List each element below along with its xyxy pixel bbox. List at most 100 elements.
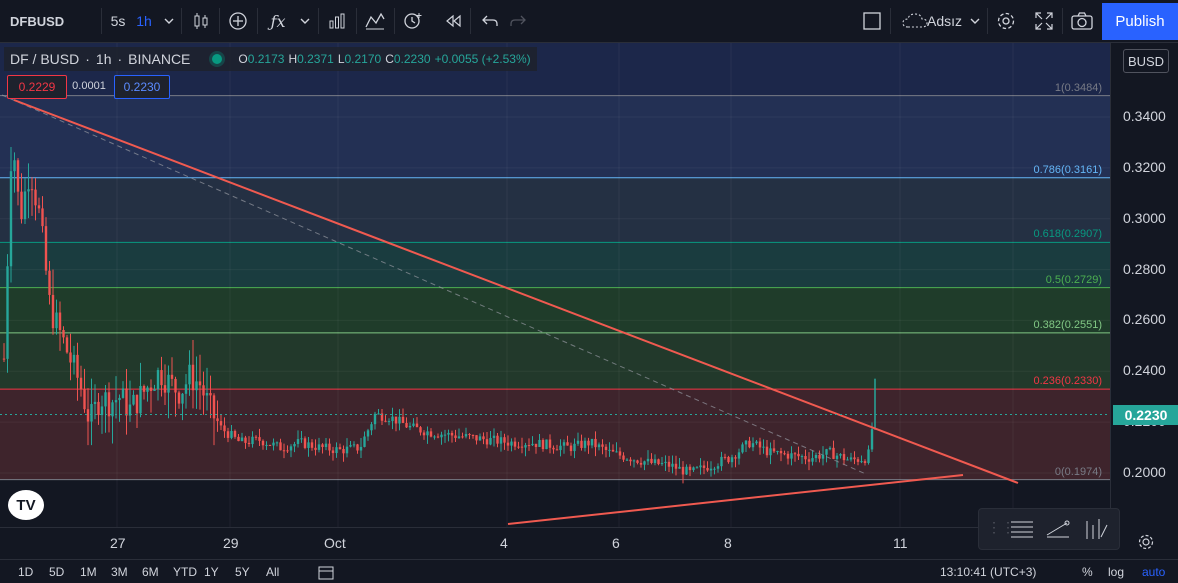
range-button-3m[interactable]: 3M <box>111 565 128 579</box>
gear-icon[interactable] <box>993 0 1019 42</box>
fullscreen-icon[interactable] <box>1031 0 1057 42</box>
candle-body <box>562 442 566 446</box>
candle-body <box>454 435 457 439</box>
alert-icon[interactable] <box>400 0 426 42</box>
divider <box>181 8 182 34</box>
indicators-icon[interactable]: ƒx <box>265 0 291 42</box>
candle-body <box>436 436 440 438</box>
price-axis[interactable]: BUSD 0.3400 0.3200 0.3000 0.2800 0.2600 0.240… <box>1110 43 1178 527</box>
candle-body <box>142 385 146 392</box>
trend-angle-icon[interactable] <box>1045 517 1071 546</box>
candle-body <box>384 420 387 422</box>
candle-body <box>310 442 314 448</box>
currency-label[interactable]: BUSD <box>1123 49 1169 73</box>
interval-5s-button[interactable]: 5s <box>108 0 128 42</box>
candle-body <box>825 449 828 455</box>
select-layout-icon[interactable] <box>860 0 884 42</box>
range-button-1y[interactable]: 1Y <box>204 565 219 579</box>
range-button-5d[interactable]: 5D <box>49 565 64 579</box>
candle-body <box>188 364 191 385</box>
candle-body <box>559 445 562 451</box>
chevron-down-icon[interactable] <box>160 0 178 42</box>
divider <box>101 8 102 34</box>
candle-body <box>366 430 370 437</box>
chevron-down-icon[interactable] <box>966 0 984 42</box>
symbol-search-button[interactable]: DFBUSD <box>10 0 64 42</box>
range-button-5y[interactable]: 5Y <box>235 565 250 579</box>
interval-1h-button[interactable]: 1h <box>134 0 154 42</box>
templates-icon[interactable] <box>362 0 388 42</box>
candle-body <box>793 453 797 455</box>
percent-toggle[interactable]: % <box>1082 565 1093 579</box>
candles-icon[interactable] <box>188 0 214 42</box>
candle-body <box>839 454 842 456</box>
undo-icon[interactable] <box>477 0 503 42</box>
candle-body <box>275 442 279 444</box>
candle-body <box>237 436 240 442</box>
measure-tool-icon[interactable] <box>1083 517 1109 546</box>
candle-body <box>832 447 835 459</box>
time-tick-label: 11 <box>893 535 908 551</box>
candle-body <box>776 451 779 453</box>
compare-add-icon[interactable] <box>225 0 251 42</box>
candle-body <box>359 446 363 451</box>
chart-pane[interactable]: 1(0.3484) 0.786(0.3161) 0.618(0.2907) 0.5(0… <box>0 43 1110 527</box>
fib-band <box>0 242 1110 288</box>
candle-body <box>48 270 51 295</box>
candle-body <box>744 440 748 445</box>
ohlc-high-value: 0.2371 <box>297 52 334 66</box>
candle-body <box>412 423 415 426</box>
publish-button[interactable]: Publish <box>1102 3 1178 40</box>
candle-body <box>632 460 636 462</box>
candle-body <box>758 441 762 448</box>
auto-toggle[interactable]: auto <box>1142 565 1165 579</box>
sell-price-button[interactable]: 0.2229 <box>7 75 67 99</box>
log-toggle[interactable]: log <box>1108 565 1124 579</box>
candle-body <box>685 466 688 475</box>
time-axis[interactable]: 2729Oct4681113 <box>0 527 1110 560</box>
candle-body <box>394 416 398 424</box>
time-axis-settings-icon[interactable] <box>1137 533 1155 556</box>
candle-body <box>352 444 356 446</box>
range-button-1d[interactable]: 1D <box>18 565 33 579</box>
candle-body <box>748 440 751 448</box>
fib-template-icon[interactable] <box>1009 517 1035 546</box>
range-button-ytd[interactable]: YTD <box>173 565 197 579</box>
candle-body <box>44 226 48 271</box>
layout-name-button[interactable]: Adsız <box>927 0 962 42</box>
candle-body <box>786 453 790 459</box>
candle-body <box>681 466 685 475</box>
buy-price-button[interactable]: 0.2230 <box>114 75 170 99</box>
chevron-down-icon[interactable] <box>296 0 314 42</box>
ascending-trendline[interactable] <box>507 474 964 525</box>
legend[interactable]: DF / BUSD · 1h · BINANCE O 0.2173 H 0.23… <box>4 47 537 71</box>
range-button-6m[interactable]: 6M <box>142 565 159 579</box>
calendar-icon[interactable] <box>318 564 334 583</box>
clock-label[interactable]: 13:10:41 (UTC+3) <box>940 565 1036 579</box>
candle-body <box>713 468 716 470</box>
financials-icon[interactable] <box>324 0 350 42</box>
candle-body <box>464 434 468 437</box>
candle-body <box>475 435 478 441</box>
chart-canvas[interactable] <box>0 43 1110 527</box>
tradingview-logo[interactable]: TV <box>8 490 44 520</box>
candle-body <box>118 397 121 401</box>
redo-icon[interactable] <box>505 0 531 42</box>
candle-body <box>132 394 135 405</box>
candle-body <box>863 461 867 463</box>
candle-body <box>58 312 62 331</box>
legend-symbol[interactable]: DF / BUSD <box>10 51 79 67</box>
candle-body <box>349 445 352 447</box>
spread-value: 0.0001 <box>72 80 106 92</box>
range-button-all[interactable]: All <box>266 565 279 579</box>
replay-icon[interactable] <box>440 0 466 42</box>
price-tick-label: 0.3200 <box>1123 158 1166 175</box>
candle-body <box>324 443 328 448</box>
drawing-floating-toolbar[interactable]: ⋮⋮ <box>978 508 1120 550</box>
range-button-1m[interactable]: 1M <box>80 565 97 579</box>
market-status-icon[interactable] <box>212 54 223 64</box>
candle-body <box>569 445 573 452</box>
candle-body <box>230 431 233 438</box>
camera-icon[interactable] <box>1069 0 1095 42</box>
divider <box>257 8 258 34</box>
